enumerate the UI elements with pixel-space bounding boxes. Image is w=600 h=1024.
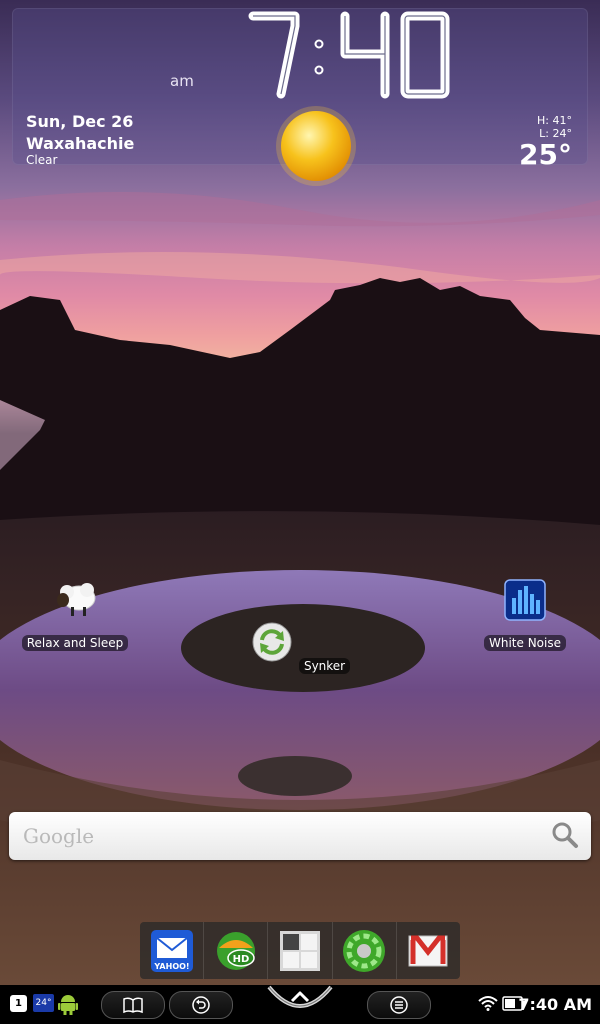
- search-icon[interactable]: [551, 821, 579, 849]
- sync-icon: [252, 622, 292, 662]
- wifi-icon: [478, 996, 498, 1011]
- app-label: Synker: [298, 658, 351, 674]
- weather-clock-widget[interactable]: am Sun, Dec 26 Waxahachie Clear H: 41° L…: [12, 8, 588, 186]
- back-button[interactable]: [169, 991, 233, 1019]
- sun-icon: [276, 106, 356, 186]
- ampm-label: am: [170, 72, 194, 90]
- book-button[interactable]: [101, 991, 165, 1019]
- home-icon[interactable]: [265, 985, 335, 1024]
- app-label: White Noise: [484, 635, 566, 651]
- yahoo-text: YAHOO!: [153, 962, 189, 971]
- condition-label: Clear: [26, 153, 58, 167]
- menu-icon: [390, 996, 408, 1014]
- clock-display: [247, 8, 452, 102]
- date-label: Sun, Dec 26: [26, 112, 134, 131]
- app-white-noise[interactable]: White Noise: [465, 578, 585, 651]
- android-icon[interactable]: [58, 993, 78, 1015]
- dock-gmail[interactable]: [397, 922, 460, 979]
- yahoo-mail-icon: YAHOO!: [150, 929, 193, 972]
- google-search-bar[interactable]: Google: [9, 812, 591, 860]
- back-icon: [192, 996, 210, 1014]
- clock-digits: [248, 11, 450, 99]
- search-placeholder: Google: [23, 824, 95, 848]
- app-relax-and-sleep[interactable]: Relax and Sleep: [15, 578, 135, 651]
- city-label: Waxahachie: [26, 134, 135, 153]
- equalizer-icon: [504, 579, 546, 621]
- current-temp: 25°: [519, 138, 572, 171]
- system-bar: 1 24° 7:40 AM: [0, 985, 600, 1024]
- dock-green-orb[interactable]: [333, 922, 397, 979]
- notification-count[interactable]: 1: [10, 995, 27, 1012]
- weather-hd-icon: HD: [216, 931, 255, 970]
- dock-app-drawer[interactable]: [268, 922, 333, 979]
- gmail-icon: [408, 935, 448, 966]
- app-synker[interactable]: Synker: [240, 620, 360, 674]
- weather-badge[interactable]: 24°: [33, 994, 54, 1012]
- sheep-icon: [57, 583, 96, 616]
- dock-weather-hd[interactable]: HD: [204, 922, 269, 979]
- book-icon: [123, 997, 143, 1014]
- dock-yahoo-mail[interactable]: YAHOO!: [140, 922, 205, 979]
- menu-button[interactable]: [367, 991, 431, 1019]
- green-orb-icon: [343, 929, 386, 972]
- status-time: 7:40 AM: [518, 995, 592, 1014]
- hd-text: HD: [232, 954, 249, 965]
- app-drawer-icon: [280, 930, 320, 971]
- high-temp: H: 41°: [537, 114, 572, 127]
- app-label: Relax and Sleep: [21, 635, 129, 651]
- dock: YAHOO! HD: [140, 922, 460, 979]
